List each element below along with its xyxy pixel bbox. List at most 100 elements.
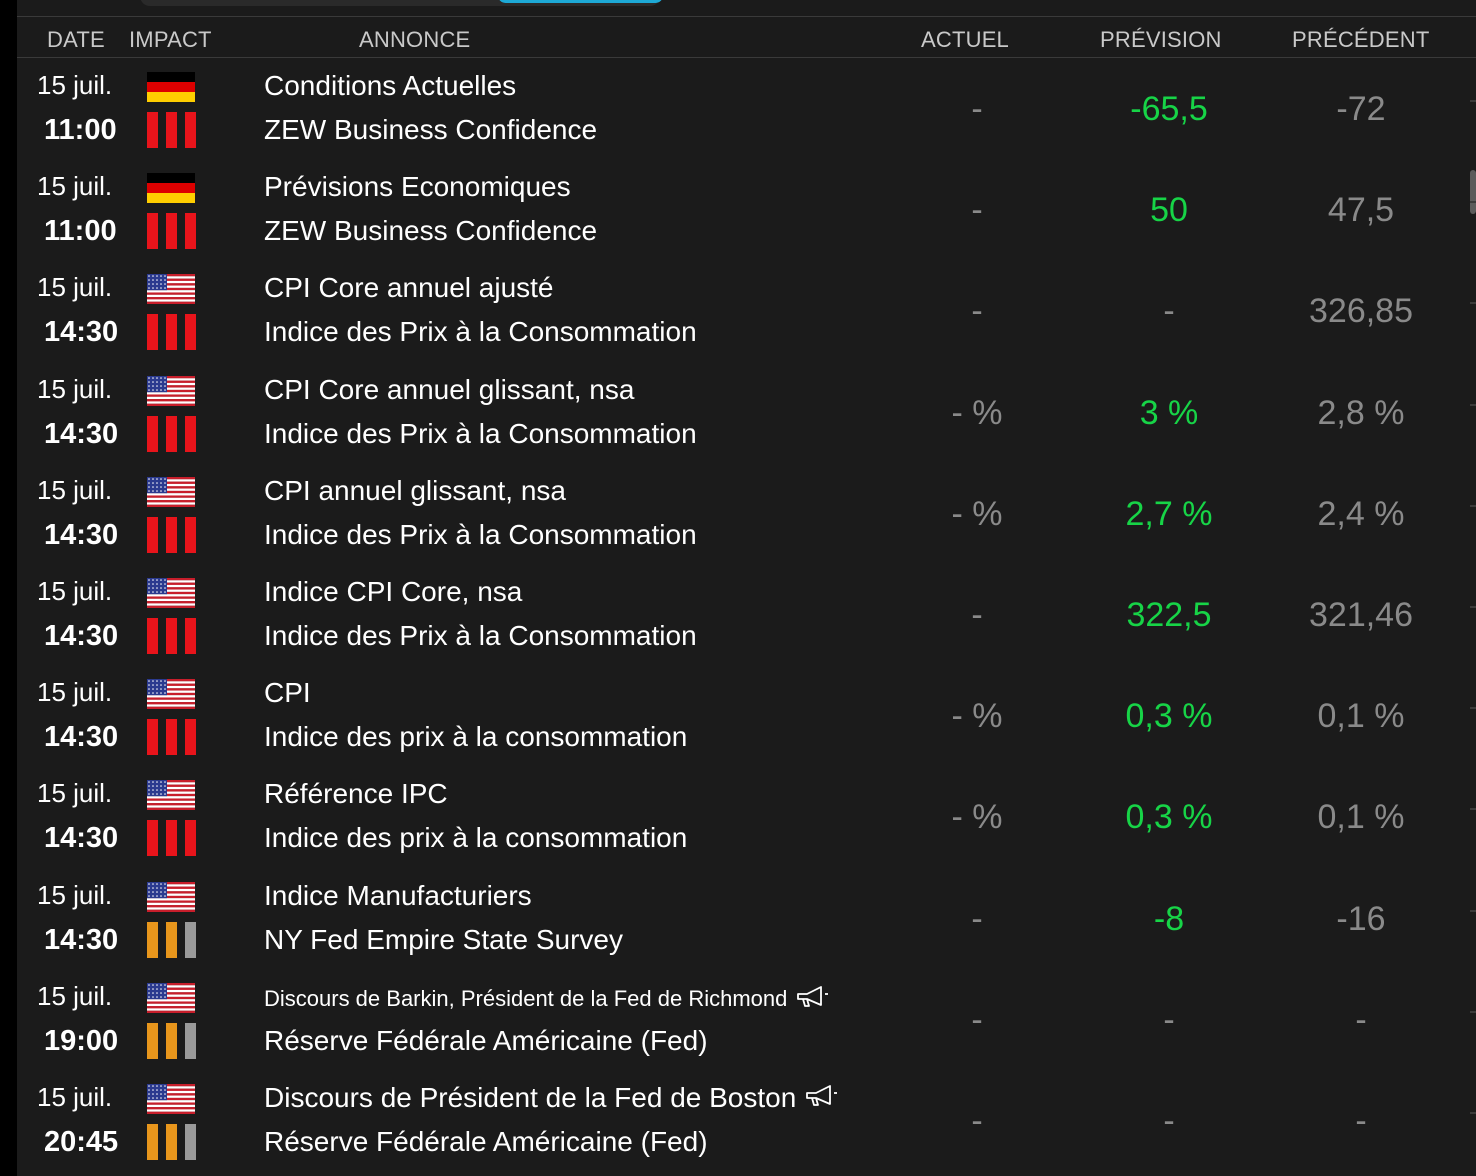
event-title[interactable]: Indice CPI Core, nsa (264, 576, 522, 608)
actual-value: - (971, 899, 983, 938)
event-title-text: Indice CPI Core, nsa (264, 575, 523, 607)
forecast-value: 0,3 % (1125, 798, 1213, 837)
impact-medium-icon (147, 1022, 197, 1059)
actual-value: - (971, 292, 983, 331)
usa-flag-icon (147, 1083, 195, 1114)
event-row[interactable]: 15 juil. 14:30 CPI Core annuel ajusté Indic… (17, 260, 1476, 361)
event-title-text: Prévisions Economiques (264, 171, 571, 203)
event-source: Indice des prix à la consommation (264, 822, 688, 854)
event-time: 14:30 (44, 822, 119, 855)
event-row[interactable]: 15 juil. 14:30 Indice Manufacturiers NY Fed… (17, 868, 1476, 969)
event-title-text: Discours de Barkin, Président de la Fed … (264, 985, 788, 1011)
impact-high-icon (147, 820, 197, 857)
event-row[interactable]: 15 juil. 14:30 CPI annuel glissant, nsa Ind… (17, 463, 1476, 564)
event-row[interactable]: 15 juil. 20:45 Discours de Président de la… (17, 1070, 1476, 1171)
event-source: Indice des Prix à la Consommation (264, 619, 697, 651)
previous-value: 0,1 % (1317, 697, 1405, 736)
forecast-value: -8 (1153, 899, 1185, 938)
forecast-value: 2,7 % (1125, 494, 1213, 533)
row-divider-tick (1470, 1011, 1476, 1013)
event-row[interactable]: 15 juil. 14:30 CPI Core annuel glissant, n… (17, 362, 1476, 463)
impact-bar (185, 213, 196, 250)
event-source: Indice des Prix à la Consommation (264, 316, 697, 348)
impact-bar (147, 213, 158, 250)
event-row[interactable]: 15 juil. 14:30 CPI Indice des prix à la con… (17, 665, 1476, 766)
event-date: 15 juil. (37, 70, 113, 100)
previous-value: 2,8 % (1317, 393, 1405, 432)
event-time: 14:30 (44, 721, 119, 754)
event-title-text: CPI (264, 677, 311, 709)
event-title[interactable]: CPI (264, 677, 311, 709)
search-button[interactable] (498, 0, 663, 3)
impact-bar (147, 617, 158, 654)
event-time: 20:45 (44, 1125, 119, 1158)
impact-bar (147, 921, 158, 958)
row-divider-tick (1470, 100, 1476, 102)
impact-bar (166, 213, 177, 250)
event-title-text: Indice Manufacturiers (264, 879, 532, 911)
impact-bar (147, 820, 158, 857)
event-title[interactable]: CPI Core annuel ajusté (264, 272, 554, 304)
event-title-text: CPI Core annuel ajusté (264, 272, 554, 304)
event-title[interactable]: CPI Core annuel glissant, nsa (264, 374, 634, 406)
impact-bar (166, 112, 177, 148)
impact-bar (185, 921, 196, 958)
usa-flag-icon (147, 780, 195, 811)
impact-high-icon (147, 719, 197, 756)
impact-bar (147, 1022, 158, 1059)
impact-high-icon (147, 617, 197, 654)
impact-bar (166, 1123, 177, 1160)
event-date: 15 juil. (37, 1081, 113, 1112)
column-header-announcement[interactable]: ANNONCE (359, 27, 470, 53)
event-row[interactable]: 15 juil. 14:30 Indice CPI Core, nsa Indice … (17, 564, 1476, 665)
impact-high-icon (147, 516, 197, 553)
impact-high-icon (147, 314, 197, 351)
impact-bar (147, 314, 158, 351)
previous-value: 0,1 % (1317, 798, 1405, 837)
events-list: 15 juil. 11:00 Conditions Actuelles ZEW Bus… (17, 58, 1476, 1171)
forecast-value: - (1163, 1101, 1175, 1140)
event-row[interactable]: 15 juil. 14:30 Référence IPC Indice des pri… (17, 766, 1476, 867)
event-title[interactable]: CPI annuel glissant, nsa (264, 475, 566, 507)
table-header: DATE IMPACT ANNONCE ACTUEL PRÉVISION PRÉ… (17, 16, 1476, 58)
event-row[interactable]: 15 juil. 11:00 Conditions Actuelles ZEW Bus… (17, 58, 1476, 159)
column-header-actual[interactable]: ACTUEL (921, 27, 1009, 53)
impact-bar (185, 719, 196, 756)
event-title[interactable]: Prévisions Economiques (264, 171, 571, 203)
scrollbar-thumb[interactable] (1470, 170, 1476, 214)
event-title-text: CPI Core annuel glissant, nsa (264, 373, 635, 405)
impact-high-icon (147, 112, 197, 148)
row-divider-tick (1470, 707, 1476, 709)
event-time: 11:00 (44, 114, 117, 146)
column-header-previous[interactable]: PRÉCÉDENT (1292, 27, 1430, 53)
event-source: Indice des Prix à la Consommation (264, 518, 697, 550)
event-title[interactable]: Indice Manufacturiers (264, 880, 532, 912)
event-title-text: Discours de Président de la Fed de Bosto… (264, 1081, 797, 1113)
megaphone-icon (795, 985, 831, 1015)
previous-value: 2,4 % (1317, 494, 1405, 533)
event-row[interactable]: 15 juil. 11:00 Prévisions Economiques ZEW B… (17, 159, 1476, 260)
impact-bar (166, 1022, 177, 1059)
event-title[interactable]: Référence IPC (264, 778, 448, 810)
event-title[interactable]: Conditions Actuelles (264, 70, 516, 102)
column-header-date[interactable]: DATE (47, 27, 105, 53)
event-date: 15 juil. (37, 575, 113, 606)
impact-medium-icon (147, 921, 197, 958)
impact-bar (185, 516, 196, 553)
column-header-impact[interactable]: IMPACT (129, 27, 212, 53)
event-title[interactable]: Discours de Barkin, Président de la Fed … (264, 985, 831, 1015)
event-title[interactable]: Discours de Président de la Fed de Bosto… (264, 1082, 840, 1116)
event-row[interactable]: 15 juil. 19:00 Discours de Barkin, Préside… (17, 969, 1476, 1070)
event-title-text: Référence IPC (264, 778, 448, 810)
row-divider-tick (1470, 201, 1476, 203)
event-time: 14:30 (44, 417, 119, 450)
column-header-forecast[interactable]: PRÉVISION (1100, 27, 1222, 53)
forecast-value: 0,3 % (1125, 697, 1213, 736)
previous-value: -16 (1336, 899, 1386, 938)
usa-flag-icon (147, 982, 195, 1013)
usa-flag-icon (147, 679, 195, 710)
actual-value: - (971, 595, 983, 634)
event-date: 15 juil. (37, 778, 113, 809)
megaphone-icon (804, 1083, 840, 1115)
usa-flag-icon (147, 577, 195, 609)
